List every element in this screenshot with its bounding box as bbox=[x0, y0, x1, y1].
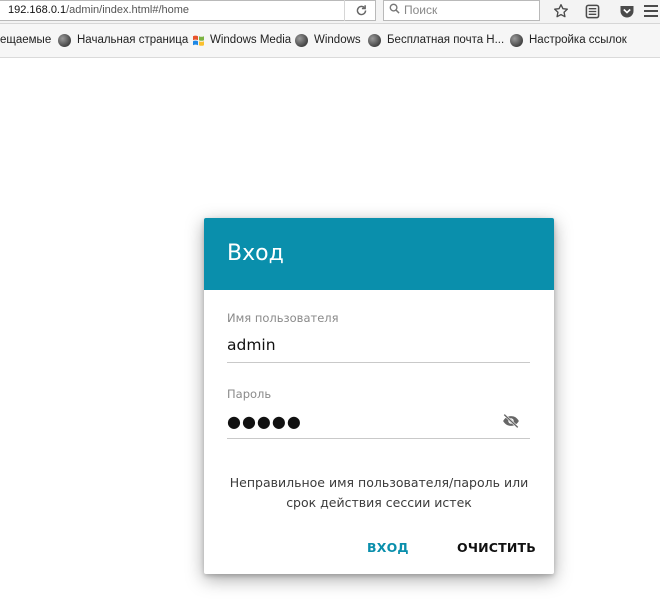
globe-icon bbox=[295, 33, 308, 47]
address-bar[interactable]: 192.168.0.1/admin/index.html#/home bbox=[0, 0, 376, 21]
error-line: срок действия сессии истек bbox=[286, 495, 472, 510]
password-label: Пароль bbox=[227, 387, 272, 401]
globe-icon bbox=[368, 33, 381, 47]
username-field: Имя пользователя admin bbox=[227, 311, 530, 363]
bookmark-label: Начальная страница bbox=[77, 34, 189, 46]
search-input[interactable]: Поиск bbox=[383, 0, 540, 21]
username-label: Имя пользователя bbox=[227, 311, 339, 325]
star-icon[interactable] bbox=[548, 0, 574, 22]
dialog-title: Вход bbox=[204, 218, 554, 290]
bookmark-label: Windows Media bbox=[210, 34, 292, 46]
username-input[interactable]: admin bbox=[227, 336, 530, 363]
username-value: admin bbox=[227, 336, 276, 354]
menu-icon[interactable] bbox=[642, 0, 660, 22]
bookmark-item[interactable]: Windows Media bbox=[192, 32, 291, 48]
error-message: Неправильное имя пользователя/пароль или… bbox=[224, 473, 534, 513]
login-dialog: Вход Имя пользователя admin Пароль ●●●●●… bbox=[204, 218, 554, 574]
bookmark-item[interactable]: Начальная страница bbox=[58, 32, 188, 48]
reading-list-icon[interactable] bbox=[579, 0, 605, 22]
password-input[interactable]: ●●●●● bbox=[227, 412, 530, 439]
bookmarks-bar: ещаемые Начальная страница Windows Media… bbox=[0, 24, 660, 58]
search-placeholder: Поиск bbox=[404, 3, 438, 17]
bookmark-item[interactable]: Бесплатная почта Н... bbox=[368, 32, 504, 48]
bookmark-item[interactable]: Настройка ссылок bbox=[510, 32, 627, 48]
globe-icon bbox=[58, 33, 71, 47]
eye-off-icon[interactable] bbox=[502, 413, 520, 429]
bookmark-item[interactable]: Windows bbox=[295, 32, 361, 48]
bookmark-label: ещаемые bbox=[0, 34, 52, 46]
pocket-icon[interactable] bbox=[614, 0, 640, 22]
url-host: 192.168.0.1 bbox=[8, 4, 67, 16]
reload-icon[interactable] bbox=[344, 0, 377, 21]
clear-button[interactable]: ОЧИСТИТЬ bbox=[457, 540, 536, 555]
search-icon bbox=[384, 1, 404, 20]
bookmark-label: Windows bbox=[314, 34, 361, 46]
login-button[interactable]: ВХОД bbox=[367, 540, 409, 555]
url-path: /admin/index.html#/home bbox=[66, 4, 190, 16]
password-field: Пароль ●●●●● bbox=[227, 387, 530, 439]
browser-toolbar: 192.168.0.1/admin/index.html#/home Поиск bbox=[0, 0, 660, 24]
error-line: Неправильное имя пользователя/пароль или bbox=[229, 475, 529, 490]
windows-flag-icon bbox=[193, 35, 204, 46]
password-value: ●●●●● bbox=[227, 412, 302, 431]
bookmark-item[interactable]: ещаемые bbox=[0, 32, 51, 48]
bookmark-label: Бесплатная почта Н... bbox=[387, 34, 505, 46]
globe-icon bbox=[510, 33, 523, 47]
bookmark-label: Настройка ссылок bbox=[529, 34, 627, 46]
